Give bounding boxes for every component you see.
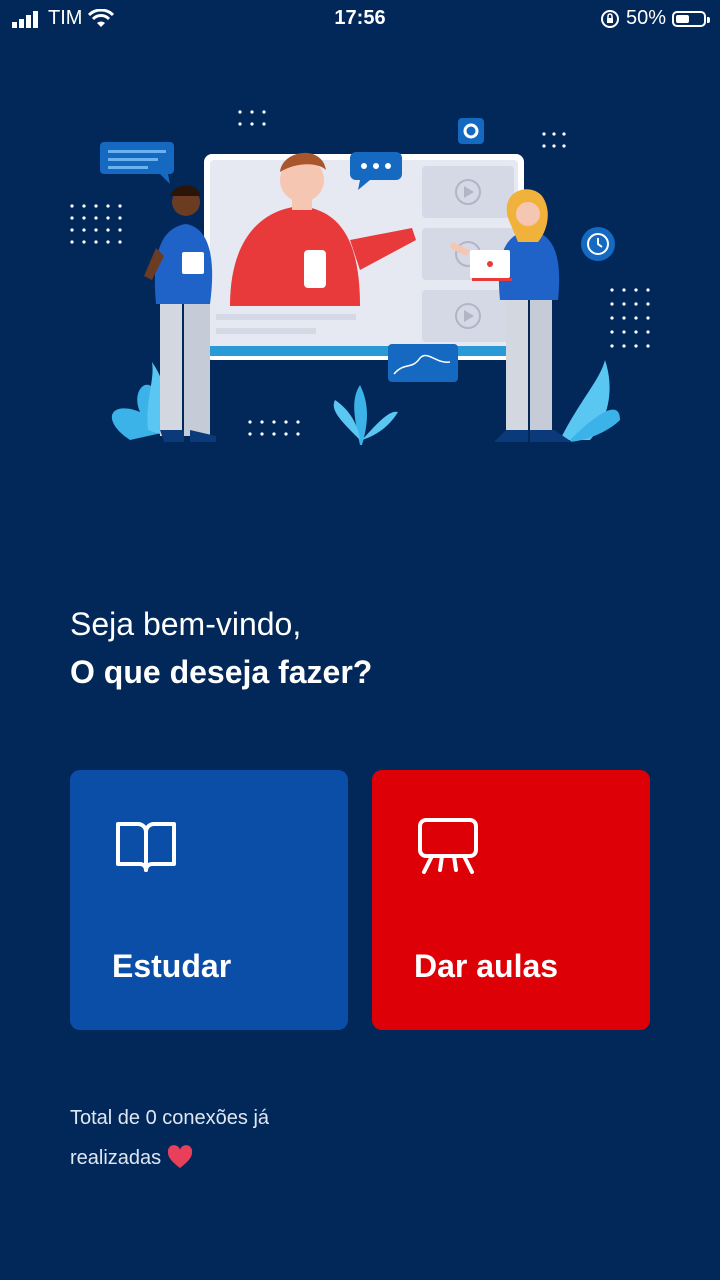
gear-badge [458, 118, 484, 144]
chat-bubble-left [100, 142, 174, 184]
landing-illustration [70, 110, 650, 445]
mini-chart-card [388, 344, 458, 382]
battery-level [676, 14, 689, 23]
greeting-question: O que deseja fazer? [70, 654, 373, 690]
teach-button[interactable]: Dar aulas [372, 770, 650, 1030]
status-bar: TIM 17:56 50% [0, 0, 720, 36]
connections-count: Total de 0 conexões já realizadas [70, 1098, 330, 1178]
study-button[interactable]: Estudar [70, 770, 348, 1030]
study-label: Estudar [112, 948, 232, 984]
plant-right [560, 360, 620, 442]
heart-icon [167, 1144, 192, 1168]
plant-center [333, 385, 398, 445]
rotation-lock-icon [600, 9, 619, 28]
greeting: Seja bem-vindo, O que deseja fazer? [70, 600, 372, 696]
battery-icon [672, 10, 710, 27]
teach-label: Dar aulas [414, 948, 559, 984]
presentation-board-icon [418, 818, 478, 874]
status-right: 50% [600, 7, 710, 30]
open-book-icon [116, 822, 176, 872]
battery-percent: 50% [625, 7, 666, 29]
greeting-line1: Seja bem-vindo, [70, 606, 302, 642]
clock-badge [581, 227, 615, 261]
